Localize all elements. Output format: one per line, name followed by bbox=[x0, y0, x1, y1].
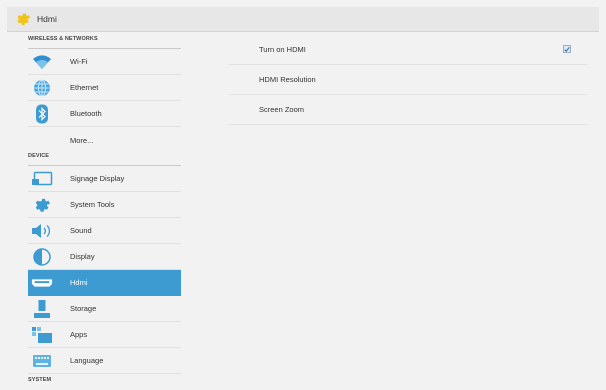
page-title: Hdmi bbox=[37, 14, 57, 24]
sidebar-item-label: Ethernet bbox=[70, 83, 99, 92]
sidebar-item-sound[interactable]: Sound bbox=[28, 218, 181, 244]
hdmi-resolution-label: HDMI Resolution bbox=[259, 75, 316, 84]
sidebar-item-label: Signage Display bbox=[70, 174, 125, 183]
screen-zoom-row[interactable]: Screen Zoom bbox=[229, 95, 587, 125]
screen-zoom-label: Screen Zoom bbox=[259, 105, 305, 114]
sidebar-item-label: Bluetooth bbox=[70, 109, 102, 118]
title-bar: Hdmi bbox=[7, 7, 599, 32]
sidebar-item-label: Display bbox=[70, 252, 95, 261]
sidebar-item-wifi[interactable]: Wi-Fi bbox=[28, 49, 181, 75]
hdmi-icon bbox=[31, 273, 53, 293]
globe-icon bbox=[31, 78, 53, 98]
sidebar-item-hdmi[interactable]: Hdmi bbox=[28, 270, 181, 296]
sidebar-item-label: Apps bbox=[70, 330, 88, 339]
display-icon bbox=[31, 169, 53, 189]
gear-icon bbox=[14, 10, 32, 28]
bluetooth-icon bbox=[31, 104, 53, 124]
sidebar-item-label: Hdmi bbox=[70, 278, 88, 287]
sidebar-item-signage-display[interactable]: Signage Display bbox=[28, 166, 181, 192]
sidebar-item-more[interactable]: More... bbox=[28, 127, 181, 153]
brightness-icon bbox=[31, 247, 53, 267]
storage-icon bbox=[31, 299, 53, 319]
sidebar-item-label: Storage bbox=[70, 304, 97, 313]
keyboard-icon bbox=[31, 351, 53, 371]
speaker-icon bbox=[31, 221, 53, 241]
sidebar-item-label: Wi-Fi bbox=[70, 57, 88, 66]
sidebar-item-display[interactable]: Display bbox=[28, 244, 181, 270]
turn-on-hdmi-checkbox[interactable] bbox=[563, 45, 571, 53]
sidebar-item-storage[interactable]: Storage bbox=[28, 296, 181, 322]
sidebar-item-language[interactable]: Language bbox=[28, 348, 181, 374]
sidebar-item-label: System Tools bbox=[70, 200, 115, 209]
turn-on-hdmi-label: Turn on HDMI bbox=[259, 45, 306, 54]
apps-icon bbox=[31, 325, 53, 345]
sidebar-item-system-tools[interactable]: System Tools bbox=[28, 192, 181, 218]
section-header-device: DEVICE bbox=[28, 153, 181, 166]
turn-on-hdmi-row[interactable]: Turn on HDMI bbox=[229, 35, 587, 65]
sidebar-item-label: Language bbox=[70, 356, 104, 365]
section-header-system: SYSTEM bbox=[28, 377, 52, 383]
sidebar-item-ethernet[interactable]: Ethernet bbox=[28, 75, 181, 101]
sidebar-item-bluetooth[interactable]: Bluetooth bbox=[28, 101, 181, 127]
sidebar-item-apps[interactable]: Apps bbox=[28, 322, 181, 348]
sidebar-item-label: Sound bbox=[70, 226, 92, 235]
hdmi-resolution-row[interactable]: HDMI Resolution bbox=[229, 65, 587, 95]
settings-window: Hdmi WIRELESS & NETWORKS DEVICE SYSTEM W… bbox=[0, 0, 606, 385]
gear-icon bbox=[31, 195, 53, 215]
sidebar-item-label: More... bbox=[70, 135, 94, 145]
section-header-wireless: WIRELESS & NETWORKS bbox=[28, 36, 181, 49]
wifi-icon bbox=[31, 52, 53, 72]
